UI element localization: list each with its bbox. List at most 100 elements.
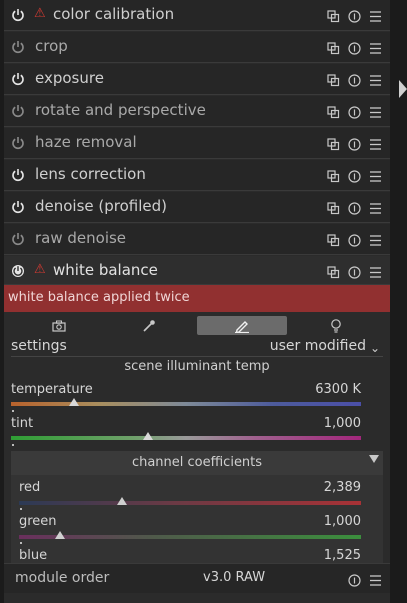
reset-icon[interactable] [348,136,361,151]
reset-icon[interactable] [348,232,361,247]
tab-picker[interactable] [104,316,194,335]
channel-coefficients-header[interactable]: channel coefficients [11,451,383,475]
presets-menu-icon[interactable] [369,136,382,150]
power-icon[interactable] [11,264,25,278]
module-name: crop [35,37,68,55]
module-name: lens correction [35,165,146,183]
module-rotate-and-perspective[interactable]: rotate and perspective [4,96,390,127]
slider-thumb[interactable] [69,398,79,406]
slider-track [11,436,361,440]
chevron-down-icon: ⌄ [369,341,380,355]
slider-label: blue [19,548,48,563]
presets-menu-icon[interactable] [369,8,382,22]
reset-icon[interactable] [348,572,361,587]
warning-message: white balance applied twice [4,285,390,312]
channel-coefficients-section: channel coefficients red 2,389 green 1,0… [11,451,383,563]
slider-value: 6300 K [315,382,361,397]
instances-icon[interactable] [327,264,340,279]
collapse-arrow-icon[interactable] [369,455,379,463]
slider-marker [20,542,22,544]
settings-combobox[interactable]: settings user modified ⌄ [4,336,390,358]
white-balance-tabs [4,314,390,336]
reset-icon[interactable] [348,8,361,23]
presets-menu-icon[interactable] [369,72,382,86]
module-white-balance[interactable]: ⚠ white balance [4,256,390,285]
tab-illuminant[interactable] [291,316,381,335]
reset-icon[interactable] [348,72,361,87]
module-crop[interactable]: crop [4,32,390,63]
expand-panel-arrow-icon[interactable] [399,80,407,98]
module-color-calibration[interactable]: ⚠ color calibration [4,0,390,31]
presets-menu-icon[interactable] [369,168,382,182]
presets-menu-icon[interactable] [369,264,382,278]
slider-thumb[interactable] [142,432,153,440]
power-icon[interactable] [11,232,25,246]
slider-label: tint [11,416,34,431]
reset-icon[interactable] [348,200,361,215]
reset-icon[interactable] [348,264,361,279]
instances-icon[interactable] [327,104,340,119]
settings-value: user modified [269,338,366,354]
presets-menu-icon[interactable] [369,200,382,214]
presets-menu-icon[interactable] [369,40,382,54]
slider-track [11,402,361,406]
slider-marker [12,410,14,412]
module-haze-removal[interactable]: haze removal [4,128,390,159]
slider-value: 1,000 [323,416,361,431]
reset-icon[interactable] [348,168,361,183]
instances-icon[interactable] [327,200,340,215]
slider-label: red [19,480,41,495]
module-denoise-profiled[interactable]: denoise (profiled) [4,192,390,223]
power-icon[interactable] [11,104,25,118]
slider-thumb[interactable] [116,497,127,505]
slider-marker [20,508,22,510]
slider-track [19,535,361,539]
module-lens-correction[interactable]: lens correction [4,160,390,191]
module-name: rotate and perspective [35,101,206,119]
divider [11,356,383,357]
tab-camera[interactable] [14,316,104,335]
section-title: channel coefficients [131,455,263,470]
bulb-icon [331,318,341,333]
picker-icon [143,319,155,332]
module-name: haze removal [35,133,137,151]
module-name: white balance [53,261,158,279]
warning-icon: ⚠ [34,6,46,21]
power-icon[interactable] [11,168,25,182]
module-name: color calibration [53,5,175,23]
slider-thumb[interactable] [55,531,66,539]
module-order-label: module order [15,570,110,586]
power-icon[interactable] [11,200,25,214]
reset-icon[interactable] [348,40,361,55]
reset-icon[interactable] [348,104,361,119]
instances-icon[interactable] [327,40,340,55]
instances-icon[interactable] [327,232,340,247]
presets-menu-icon[interactable] [369,572,382,586]
instances-icon[interactable] [327,72,340,87]
power-icon[interactable] [11,136,25,150]
instances-icon[interactable] [327,136,340,151]
slider-label: temperature [11,382,93,397]
module-raw-denoise[interactable]: raw denoise [4,224,390,255]
presets-menu-icon[interactable] [369,104,382,118]
tab-user-modified[interactable] [197,316,287,335]
slider-value: 1,000 [323,514,361,529]
warning-icon: ⚠ [34,262,46,277]
module-order-version: v3.0 RAW [203,570,266,585]
slider-value: 1,525 [323,548,361,563]
power-icon[interactable] [11,8,25,22]
presets-menu-icon[interactable] [369,232,382,246]
slider-marker [12,444,14,446]
module-name: exposure [35,69,104,87]
module-name: raw denoise [35,229,127,247]
instances-icon[interactable] [327,8,340,23]
camera-icon [52,320,66,332]
instances-icon[interactable] [327,168,340,183]
power-icon[interactable] [11,72,25,86]
section-title: scene illuminant temp [124,359,270,374]
slider-label: green [19,514,57,529]
module-name: denoise (profiled) [35,197,168,215]
module-order-bar[interactable]: module order v3.0 RAW [4,563,390,593]
power-icon[interactable] [11,40,25,54]
module-exposure[interactable]: exposure [4,64,390,95]
